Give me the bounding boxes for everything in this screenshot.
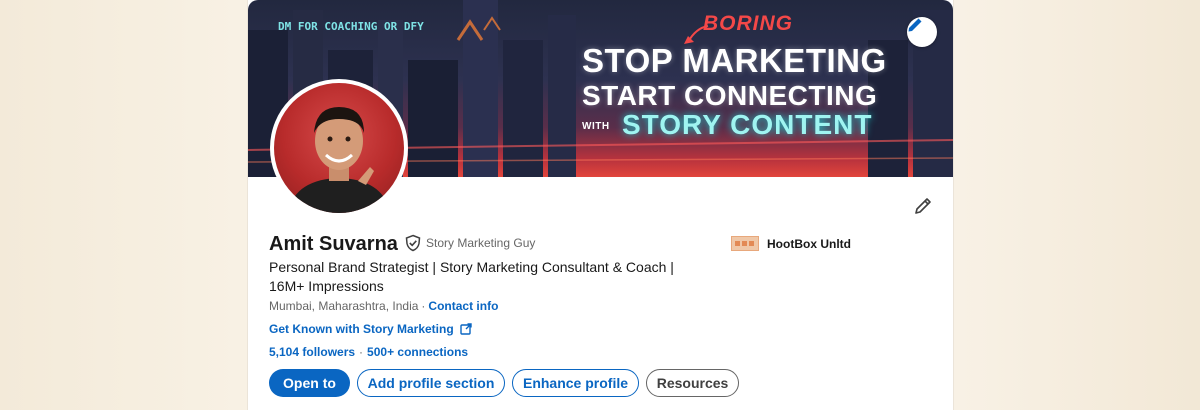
banner-headline-line3: STORY CONTENT xyxy=(622,109,873,140)
banner-dm-text: DM FOR COACHING OR DFY xyxy=(278,20,424,33)
profile-headline: Personal Brand Strategist | Story Market… xyxy=(269,259,674,294)
current-company[interactable]: HootBox Unltd xyxy=(731,236,851,251)
banner-headline-line2: START CONNECTING xyxy=(582,80,878,111)
connections-link[interactable]: 500+ connections xyxy=(367,345,468,359)
banner-headline-line1: STOP MARKETING xyxy=(582,42,887,79)
profile-avatar[interactable] xyxy=(270,79,408,217)
profile-pronoun-label: Story Marketing Guy xyxy=(426,236,536,250)
network-separator: · xyxy=(359,345,364,359)
profile-card: DM FOR COACHING OR DFY BORING STOP MARKE… xyxy=(248,0,953,410)
company-name: HootBox Unltd xyxy=(767,236,851,251)
location-text: Mumbai, Maharashtra, India xyxy=(269,299,419,313)
resources-button[interactable]: Resources xyxy=(646,369,739,397)
pencil-icon xyxy=(908,18,922,32)
enhance-profile-button[interactable]: Enhance profile xyxy=(512,369,639,397)
location-separator: · xyxy=(421,299,426,313)
contact-info-link[interactable]: Contact info xyxy=(428,299,498,313)
external-link-icon xyxy=(459,323,472,335)
verified-shield-icon[interactable] xyxy=(404,234,422,252)
avatar-photo xyxy=(274,83,404,213)
add-profile-section-button[interactable]: Add profile section xyxy=(357,369,505,397)
company-logo-icon xyxy=(731,236,759,251)
person-portrait-icon xyxy=(291,107,387,213)
open-to-button[interactable]: Open to xyxy=(269,369,350,397)
pencil-icon xyxy=(915,198,931,214)
edit-banner-button[interactable] xyxy=(907,17,937,47)
website-link[interactable]: Get Known with Story Marketing xyxy=(269,322,472,336)
website-link-label: Get Known with Story Marketing xyxy=(269,322,454,336)
profile-location-line: Mumbai, Maharashtra, India · Contact info xyxy=(269,299,498,313)
network-stats: 5,104 followers · 500+ connections xyxy=(269,345,468,359)
banner-with-word: WITH xyxy=(582,121,610,132)
profile-name: Amit Suvarna xyxy=(269,233,398,255)
followers-link[interactable]: 5,104 followers xyxy=(269,345,355,359)
edit-intro-button[interactable] xyxy=(910,193,936,219)
banner-boring-word: BORING xyxy=(703,12,793,35)
